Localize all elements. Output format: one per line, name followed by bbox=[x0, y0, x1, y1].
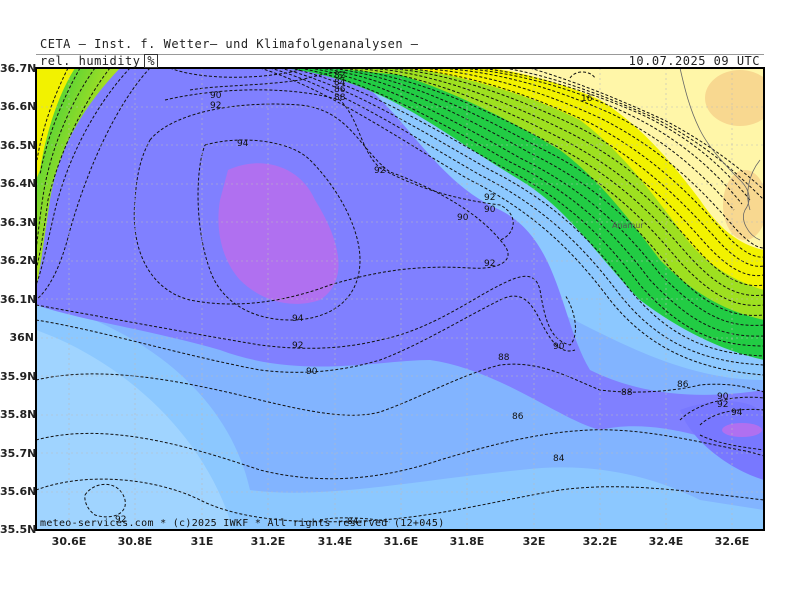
lat-label: 35.9N bbox=[0, 370, 37, 383]
lat-label: 35.6N bbox=[0, 485, 37, 498]
contour-label: 90 bbox=[484, 205, 496, 215]
contour-label: 92 bbox=[292, 341, 303, 351]
lat-label: 35.5N bbox=[0, 523, 37, 536]
header-title: CETA — Inst. f. Wetter— und Klimafolgena… bbox=[40, 37, 419, 51]
lat-label: 36.1N bbox=[0, 293, 37, 306]
lat-label: 36.2N bbox=[0, 254, 37, 267]
lat-label: 36.5N bbox=[0, 139, 37, 152]
valid-datetime: 10.07.2025 09 UTC bbox=[628, 54, 760, 68]
contour-label: 90 bbox=[210, 91, 222, 101]
lat-label: 35.7N bbox=[0, 447, 37, 460]
contour-label: 94 bbox=[731, 408, 743, 418]
contour-label: 90 bbox=[457, 213, 469, 223]
lon-label: 32.4E bbox=[648, 535, 684, 548]
lon-label: 30.6E bbox=[51, 535, 87, 548]
contour-label: 86 bbox=[677, 380, 689, 390]
contour-label: 86 bbox=[512, 412, 524, 422]
lat-label: 36.4N bbox=[0, 177, 37, 190]
contour-label: 92 bbox=[484, 259, 495, 269]
contour-label: 94 bbox=[292, 314, 304, 324]
lon-label: 31.2E bbox=[250, 535, 286, 548]
humidity-map: 16 90 92 94 92 90 92 90 92 94 92 90 88 9… bbox=[35, 67, 765, 531]
lat-label: 36.7N bbox=[0, 62, 37, 75]
contour-label: 92 bbox=[484, 193, 495, 203]
violet-core-east bbox=[722, 423, 762, 437]
tan-patch-east bbox=[723, 170, 764, 240]
contour-label: 92 bbox=[210, 101, 221, 111]
contour-label: 90 bbox=[553, 342, 565, 352]
contour-label: 88 bbox=[498, 353, 510, 363]
contour-label: 84 bbox=[553, 454, 565, 464]
lat-label: 36.6N bbox=[0, 100, 37, 113]
copyright-credit: meteo-services.com * (c)2025 IWKF * All … bbox=[40, 518, 445, 529]
place-label: Anamur bbox=[612, 221, 644, 230]
parameter-label: rel. humidity% bbox=[40, 54, 159, 68]
lon-label: 31E bbox=[190, 535, 214, 548]
contour-label: 16 bbox=[581, 94, 593, 104]
contour-label: 88 bbox=[621, 388, 633, 398]
lat-label: 36N bbox=[9, 331, 34, 344]
unit-box: % bbox=[144, 54, 159, 68]
lat-label: 35.8N bbox=[0, 408, 37, 421]
parameter-name: rel. humidity bbox=[40, 54, 141, 68]
lon-label: 31.4E bbox=[317, 535, 353, 548]
lon-label: 32.2E bbox=[582, 535, 618, 548]
contour-label: 90 bbox=[306, 367, 318, 377]
svg-text:88: 88 bbox=[334, 93, 346, 103]
lat-label: 36.3N bbox=[0, 216, 37, 229]
lon-label: 32.6E bbox=[714, 535, 750, 548]
lon-label: 32E bbox=[522, 535, 546, 548]
lon-label: 30.8E bbox=[117, 535, 153, 548]
contour-label: 92 bbox=[374, 166, 385, 176]
lon-label: 31.8E bbox=[449, 535, 485, 548]
stacked-labels: 82 84 86 88 bbox=[334, 71, 346, 103]
contour-label: 94 bbox=[237, 139, 249, 149]
contour-label: 92 bbox=[717, 400, 728, 410]
lon-label: 31.6E bbox=[383, 535, 419, 548]
